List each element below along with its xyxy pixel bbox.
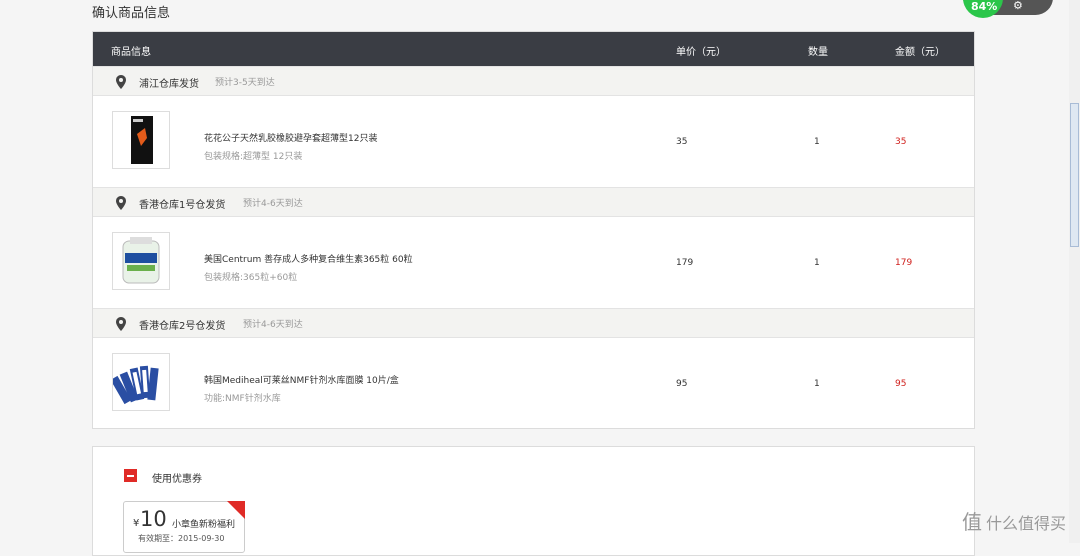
gear-icon[interactable]: ⚙ (1013, 0, 1023, 12)
product-name[interactable]: 美国Centrum 善存成人多种复合维生素365粒 60粒 (204, 252, 413, 265)
product-qty: 1 (814, 258, 820, 268)
product-amount: 35 (895, 137, 907, 147)
order-table: 商品信息 单价（元） 数量 金额（元） 浦江仓库发货 预计3-5天到达 花花公子… (92, 31, 975, 429)
warehouse-name: 香港仓库1号仓发货 (139, 200, 226, 211)
floating-widget[interactable]: 84% ⚙ (963, 0, 1053, 18)
product-thumbnail[interactable] (112, 232, 170, 290)
product-price: 179 (676, 258, 694, 268)
scrollbar-thumb[interactable] (1070, 103, 1079, 247)
header-info: 商品信息 (111, 47, 151, 58)
product-image (131, 116, 153, 164)
product-spec: 包装规格:超薄型 12只装 (204, 152, 303, 162)
header-amount: 金额（元） (895, 47, 945, 58)
coupon-name: 小章鱼新粉福利 (172, 520, 236, 530)
watermark: 值什么值得买 (962, 506, 1066, 535)
product-price: 95 (676, 379, 688, 389)
warehouse-eta: 预计4-6天到达 (243, 320, 303, 330)
location-pin-icon (116, 196, 126, 210)
warehouse-row: 浦江仓库发货 预计3-5天到达 (93, 66, 974, 96)
header-qty: 数量 (808, 47, 828, 58)
table-row: 美国Centrum 善存成人多种复合维生素365粒 60粒 包装规格:365粒+… (93, 217, 974, 308)
table-row: 花花公子天然乳胶橡胶避孕套超薄型12只装 包装规格:超薄型 12只装 35 1 … (93, 96, 974, 187)
warehouse-eta: 预计3-5天到达 (215, 78, 275, 88)
progress-badge: 84% (963, 0, 1003, 18)
product-amount: 95 (895, 379, 907, 389)
coupon-expire: 有效期至：2015-09-30 (138, 534, 225, 543)
product-name[interactable]: 花花公子天然乳胶橡胶避孕套超薄型12只装 (204, 131, 377, 144)
product-image (110, 365, 159, 405)
coupon-toggle-checkbox[interactable] (124, 469, 137, 482)
product-spec: 包装规格:365粒+60粒 (204, 273, 298, 283)
table-header: 商品信息 单价（元） 数量 金额（元） (93, 32, 974, 66)
watermark-logo-icon: 值 (961, 510, 982, 534)
coupon-section: 使用优惠券 ¥ 10 小章鱼新粉福利 有效期至：2015-09-30 (92, 446, 975, 556)
product-spec: 功能:NMF针剂水库 (204, 394, 281, 404)
product-price: 35 (676, 137, 688, 147)
product-thumbnail[interactable] (112, 111, 170, 169)
warehouse-eta: 预计4-6天到达 (243, 199, 303, 209)
coupon-label: 使用优惠券 (152, 474, 202, 485)
product-amount: 179 (895, 258, 913, 268)
warehouse-row: 香港仓库1号仓发货 预计4-6天到达 (93, 187, 974, 217)
warehouse-name: 浦江仓库发货 (139, 79, 199, 90)
header-price: 单价（元） (676, 47, 726, 58)
location-pin-icon (116, 317, 126, 331)
product-qty: 1 (814, 379, 820, 389)
product-thumbnail[interactable] (110, 353, 170, 411)
progress-badge-label: 84% (971, 0, 998, 13)
coupon-currency: ¥ (133, 518, 140, 529)
vertical-scrollbar[interactable] (1069, 0, 1080, 543)
product-qty: 1 (814, 137, 820, 147)
product-image (122, 237, 160, 284)
page-title: 确认商品信息 (92, 6, 171, 21)
warehouse-row: 香港仓库2号仓发货 预计4-6天到达 (93, 308, 974, 338)
coupon-value: 10 (140, 507, 167, 531)
coupon-ticket[interactable]: ¥ 10 小章鱼新粉福利 有效期至：2015-09-30 (123, 501, 245, 553)
table-row: 韩国Mediheal可莱丝NMF针剂水库面膜 10片/盒 功能:NMF针剂水库 … (93, 338, 974, 429)
warehouse-name: 香港仓库2号仓发货 (139, 321, 226, 332)
location-pin-icon (116, 75, 126, 89)
product-name[interactable]: 韩国Mediheal可莱丝NMF针剂水库面膜 10片/盒 (204, 373, 399, 386)
watermark-text: 什么值得买 (985, 514, 1066, 533)
